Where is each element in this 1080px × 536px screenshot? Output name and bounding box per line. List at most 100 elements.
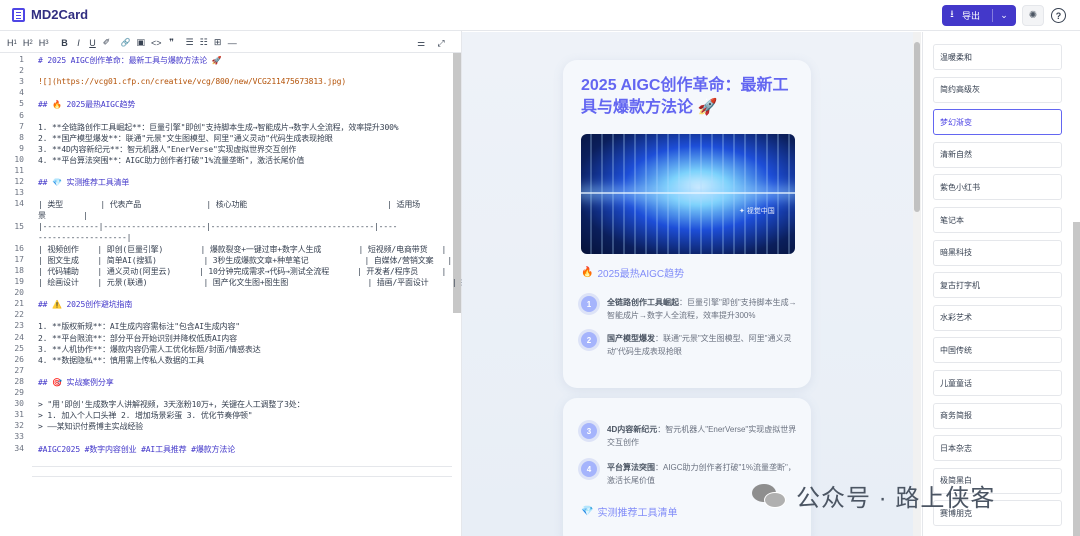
theme-option[interactable]: 儿童童话 [933, 370, 1062, 396]
help-button[interactable]: ? [1051, 8, 1066, 23]
list-item-bold: 平台算法突围 [607, 463, 655, 472]
wechat-watermark: 公众号 · 路上侠客 [752, 478, 995, 513]
code-line: > ——某知识付费博主实战经验 [38, 422, 144, 432]
list-item-text: 4D内容新纪元：智元机器人"EnerVerse"实现虚拟世界交互创作 [607, 423, 799, 449]
code-line: 景 | [38, 211, 88, 221]
ordered-list-icon[interactable]: ☷ [197, 35, 211, 51]
editor-scrollbar[interactable] [453, 53, 461, 313]
export-label: 导出 [962, 11, 981, 21]
line-number: 14 [14, 199, 24, 209]
table-icon[interactable]: ⊞ [211, 35, 225, 51]
bullet-list-icon[interactable]: ☰ [183, 35, 197, 51]
code-line: |------------|----------------------|---… [38, 221, 398, 231]
code-line: ![](https://vcg01.cfp.cn/creative/vcg/80… [38, 77, 346, 87]
heading-level: 1 [13, 39, 17, 46]
underline-button[interactable]: U [86, 35, 100, 51]
help-icon: ? [1055, 10, 1062, 21]
code-icon[interactable]: <> [148, 35, 165, 51]
section-heading: 🔥 2025最热AIGC趋势 [581, 265, 684, 280]
image-icon[interactable]: ▣ [134, 35, 149, 51]
image-watermark: ✦ 视觉中国 [739, 208, 775, 215]
code-line: 4. **数据隐私**：慎用需上传私人数据的工具 [38, 355, 205, 365]
bold-button[interactable]: B [58, 35, 72, 51]
line-number: 10 [14, 154, 24, 164]
section-title: 2025最热AIGC趋势 [597, 269, 685, 280]
preview-card: 2025 AIGC创作革命：最新工具与爆款方法论 🚀 ✦ 视觉中国 🔥 2025… [563, 60, 811, 388]
code-line: ## 🎯 实战案例分享 [38, 377, 114, 387]
line-number: 2 [19, 66, 24, 76]
heading-level: 2 [29, 39, 33, 46]
theme-option[interactable]: 水彩艺术 [933, 304, 1062, 331]
line-number: 13 [14, 188, 24, 198]
line-number: 5 [19, 99, 24, 109]
theme-option[interactable]: 清新自然 [933, 141, 1062, 168]
link-icon[interactable]: 🔗 [118, 35, 134, 51]
line-number: 21 [14, 299, 24, 309]
download-icon: ⭳ [950, 9, 954, 20]
line-number: 25 [14, 343, 24, 353]
line-number: 6 [19, 110, 24, 120]
code-line: | 代码辅助 | 通义灵动(阿里云) | 10分钟完成需求→代码→测试全流程 |… [38, 266, 447, 276]
active-line-highlight [32, 466, 452, 477]
line-number: 29 [14, 388, 24, 397]
line-number: 33 [14, 432, 24, 442]
gem-icon: 💎 [581, 506, 594, 517]
preview-scrollbar[interactable] [914, 42, 920, 212]
hero-image: ✦ 视觉中国 [581, 134, 795, 254]
line-number: 20 [14, 288, 24, 298]
code-line: 2. **国产模型爆发**：联通"元景"文生图模型、阿里"通义灵动"代码生成表现… [38, 133, 333, 143]
theme-option[interactable]: 暗黑科技 [933, 239, 1062, 266]
fire-icon: 🔥 [581, 267, 594, 278]
code-line: | 图文生成 | 简单AI(搜狐) | 3秒生成爆款文章+种草笔记 | 自媒体/… [38, 255, 453, 265]
app-logo[interactable]: MD2Card [12, 7, 88, 22]
theme-option[interactable]: 简约高级灰 [933, 76, 1062, 103]
preview-card: 3 4D内容新纪元：智元机器人"EnerVerse"实现虚拟世界交互创作 4 平台算法… [563, 398, 811, 536]
line-number: 7 [19, 121, 24, 131]
theme-scrollbar[interactable] [1073, 222, 1080, 536]
heading-level: 3 [45, 39, 49, 46]
list-number-badge: 3 [581, 423, 597, 439]
line-number: 22 [14, 310, 24, 320]
theme-option[interactable]: 梦幻渐变 [933, 109, 1062, 136]
quote-icon[interactable]: ❞ [165, 35, 179, 51]
heading3-button[interactable]: H3 [36, 35, 52, 51]
app-title: MD2Card [31, 7, 89, 22]
heading2-button[interactable]: H2 [20, 35, 36, 51]
horizontal-rule-icon[interactable]: — [225, 35, 240, 51]
line-number: 3 [19, 77, 24, 87]
line-number: 9 [19, 143, 24, 153]
line-number: 26 [14, 354, 24, 364]
code-line: 4. **平台算法突围**：AIGC助力创作者打破"1%流量垄断"，激活长尾价值 [38, 155, 305, 165]
theme-option[interactable]: 复古打字机 [933, 272, 1062, 299]
sun-icon: ✺ [1028, 10, 1038, 21]
strikethrough-button[interactable]: ✐ [100, 35, 114, 51]
theme-option[interactable]: 温暖柔和 [933, 44, 1062, 70]
code-line: -------------------| [38, 232, 132, 242]
line-number: 19 [14, 277, 24, 286]
heading1-button[interactable]: H1 [4, 35, 20, 51]
line-number: 23 [14, 321, 24, 331]
theme-option[interactable]: 日本杂志 [933, 435, 1062, 462]
line-number: 16 [14, 243, 24, 253]
theme-option[interactable]: 笔记本 [933, 207, 1062, 233]
export-button[interactable]: ⭳ 导出 ⌄ [942, 5, 1016, 26]
list-item-bold: 4D内容新纪元 [607, 425, 658, 434]
format-icon[interactable]: ⚌ [414, 35, 428, 51]
markdown-editor[interactable]: 1 2 3 4 5 6 7 8 9 10 11 12 13 14 15 16 17 18 19 20 21 22 23 24 2… [0, 53, 461, 536]
line-number: 30 [14, 399, 24, 409]
theme-option[interactable]: 中国传统 [933, 337, 1062, 364]
code-line: | 类型 | 代表产品 | 核心功能 | 适用场 [38, 200, 421, 210]
chevron-down-icon[interactable]: ⌄ [993, 10, 1015, 21]
code-line: 2. **平台限流**：部分平台开始识别并降权低质AI内容 [38, 333, 237, 343]
list-number-badge: 4 [581, 461, 597, 477]
theme-option[interactable]: 紫色小红书 [933, 174, 1062, 201]
code-line: 3. **人机协作**：爆款内容仍需人工优化标题/封面/情感表达 [38, 344, 261, 354]
list-number-badge: 1 [581, 296, 597, 312]
fullscreen-icon[interactable]: ⤢ [434, 35, 448, 51]
theme-list: 温暖柔和简约高级灰梦幻渐变清新自然紫色小红书笔记本暗黑科技复古打字机水彩艺术中国… [922, 32, 1080, 536]
line-number: 8 [19, 132, 24, 142]
theme-toggle-button[interactable]: ✺ [1022, 5, 1044, 26]
italic-button[interactable]: I [72, 35, 86, 51]
theme-option[interactable]: 商务简报 [933, 402, 1062, 429]
card-preview: 2025 AIGC创作革命：最新工具与爆款方法论 🚀 ✦ 视觉中国 🔥 2025… [462, 32, 921, 536]
